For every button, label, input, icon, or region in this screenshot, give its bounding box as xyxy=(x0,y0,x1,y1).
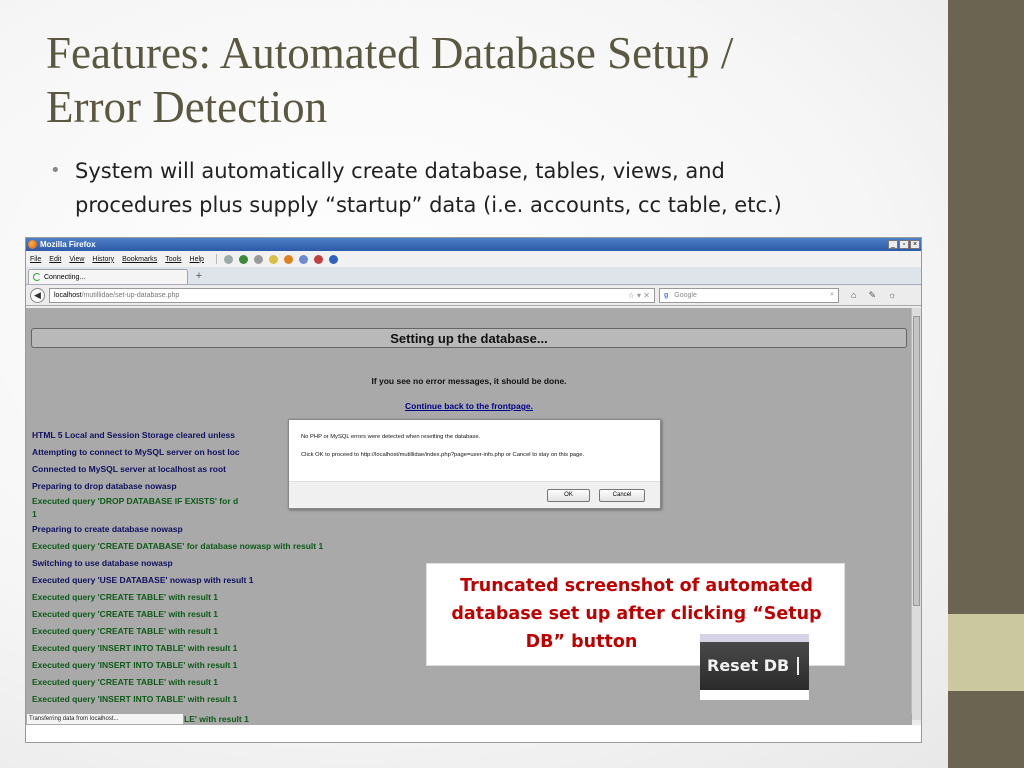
menu-file[interactable]: File xyxy=(30,256,41,263)
log-line: Executed query 'DROP DATABASE IF EXISTS'… xyxy=(32,496,239,506)
tools-icon[interactable]: ✎ xyxy=(868,290,876,301)
firefox-logo-icon xyxy=(28,240,37,249)
restore-icon[interactable]: ▫ xyxy=(899,240,909,249)
callout-line-1: Truncated screenshot of automated xyxy=(460,576,813,596)
slide-sidebar-accent xyxy=(948,614,1024,691)
blue-arrow-icon[interactable] xyxy=(298,254,308,264)
menu-edit[interactable]: Edit xyxy=(49,256,61,263)
menu-history[interactable]: History xyxy=(92,256,114,263)
log-line: Executed query 'INSERT INTO TABLE' with … xyxy=(32,643,238,653)
bullet-line-1: System will automatically create databas… xyxy=(75,159,725,183)
addon-icon[interactable] xyxy=(223,254,233,264)
cursor-bar xyxy=(797,657,799,675)
log-line: 1 xyxy=(32,509,37,519)
back-arrow-icon[interactable]: ◀ xyxy=(30,287,45,303)
log-line: HTML 5 Local and Session Storage cleared… xyxy=(32,430,235,440)
slide-title-line-1: Features: Automated Database Setup / xyxy=(46,28,734,78)
no-errors-message: If you see no error messages, it should … xyxy=(371,376,567,386)
window-titlebar: Mozilla Firefox _ ▫ × xyxy=(26,238,921,251)
log-line: Executed query 'INSERT INTO TABLE' with … xyxy=(32,694,238,704)
url-host: localhost xyxy=(54,291,82,299)
tab-connecting[interactable]: Connecting... xyxy=(28,269,188,284)
log-line: Executed query 'CREATE DATABASE' for dat… xyxy=(32,541,324,551)
continue-frontpage-link[interactable]: Continue back to the frontpage. xyxy=(26,401,912,411)
bullet-line-2: procedures plus supply “startup” data (i… xyxy=(75,193,782,217)
google-logo-icon: g xyxy=(664,291,669,299)
tab-label: Connecting... xyxy=(44,273,86,281)
log-line: Connected to MySQL server at localhost a… xyxy=(32,464,226,474)
grey-dot-icon[interactable] xyxy=(253,254,263,264)
window-bottom xyxy=(26,725,921,742)
slide-bullet: • System will automatically create datab… xyxy=(50,154,910,222)
cancel-button[interactable]: Cancel xyxy=(599,489,645,502)
orange-addon-icon[interactable] xyxy=(283,254,293,264)
dialog-button-bar: OK Cancel xyxy=(289,481,660,508)
menu-bookmarks[interactable]: Bookmarks xyxy=(122,256,157,263)
loading-spinner-icon xyxy=(33,273,41,281)
confirm-dialog: No PHP or MySQL errors were detected whe… xyxy=(288,419,661,509)
url-bar[interactable]: localhost /mutillidae/set-up-database.ph… xyxy=(49,287,655,303)
slide-title: Features: Automated Database Setup / Err… xyxy=(46,26,926,134)
minimize-icon[interactable]: _ xyxy=(888,240,898,249)
status-text: Transferring data from localhost... xyxy=(26,713,184,725)
home-icon[interactable]: ⌂ xyxy=(851,290,856,300)
search-engine-label: Google xyxy=(674,291,697,299)
red-addon-icon[interactable] xyxy=(313,254,323,264)
log-line: Executed query 'CREATE TABLE' with resul… xyxy=(32,626,219,636)
search-input[interactable]: g Google ⌕ xyxy=(659,287,839,303)
menu-tools[interactable]: Tools xyxy=(165,256,181,263)
bookmark-star-icon[interactable]: ☆ ▾ ✕ xyxy=(628,291,650,300)
addon-menu-icon[interactable]: ☼ xyxy=(888,290,896,300)
log-line: Executed query 'CREATE TABLE' with resul… xyxy=(32,592,219,602)
ok-button[interactable]: OK xyxy=(547,489,590,502)
log-line: Executed query 'CREATE TABLE' with resul… xyxy=(32,677,219,687)
menu-help[interactable]: Help xyxy=(190,256,204,263)
menu-view[interactable]: View xyxy=(69,256,84,263)
search-icon[interactable]: ⌕ xyxy=(830,291,834,299)
setup-header: Setting up the database... xyxy=(31,328,907,348)
log-line: Attempting to connect to MySQL server on… xyxy=(32,447,240,457)
log-line: Preparing to drop database nowasp xyxy=(32,481,177,491)
tab-bar: Connecting... + xyxy=(26,267,921,285)
reset-db-button-image: Reset DB xyxy=(700,634,809,700)
log-line: Switching to use database nowasp xyxy=(32,558,173,568)
log-line: Executed query 'CREATE TABLE' with resul… xyxy=(32,609,219,619)
dialog-message-line-2: Click OK to proceed to http://localhost/… xyxy=(301,452,585,458)
menu-bar: File Edit View History Bookmarks Tools H… xyxy=(26,251,921,267)
yellow-addon-icon[interactable] xyxy=(268,254,278,264)
log-line-partial: LE' with result 1 xyxy=(184,714,249,724)
setup-log: HTML 5 Local and Session Storage cleared… xyxy=(32,427,323,708)
green-dot-icon[interactable] xyxy=(238,254,248,264)
window-title: Mozilla Firefox xyxy=(40,240,96,249)
reset-db-label: Reset DB xyxy=(707,656,790,675)
log-line: Executed query 'INSERT INTO TABLE' with … xyxy=(32,660,238,670)
toolbar-separator xyxy=(215,254,217,264)
new-tab-button[interactable]: + xyxy=(190,269,208,284)
log-line: Executed query 'USE DATABASE' nowasp wit… xyxy=(32,575,254,585)
close-icon[interactable]: × xyxy=(910,240,920,249)
scrollbar-thumb[interactable] xyxy=(913,316,920,606)
callout-line-2: database set up after clicking “Setup xyxy=(451,604,822,624)
status-bar: Transferring data from localhost... LE' … xyxy=(26,713,912,725)
url-path: /mutillidae/set-up-database.php xyxy=(81,291,180,299)
vertical-scrollbar[interactable] xyxy=(911,308,921,720)
bullet-dot-icon: • xyxy=(50,160,61,181)
slide-title-line-2: Error Detection xyxy=(46,82,328,132)
navigation-bar: ◀ localhost /mutillidae/set-up-database.… xyxy=(26,285,921,306)
dialog-message-line-1: No PHP or MySQL errors were detected whe… xyxy=(301,434,481,440)
log-line: Preparing to create database nowasp xyxy=(32,524,183,534)
blue-addon-icon[interactable] xyxy=(328,254,338,264)
